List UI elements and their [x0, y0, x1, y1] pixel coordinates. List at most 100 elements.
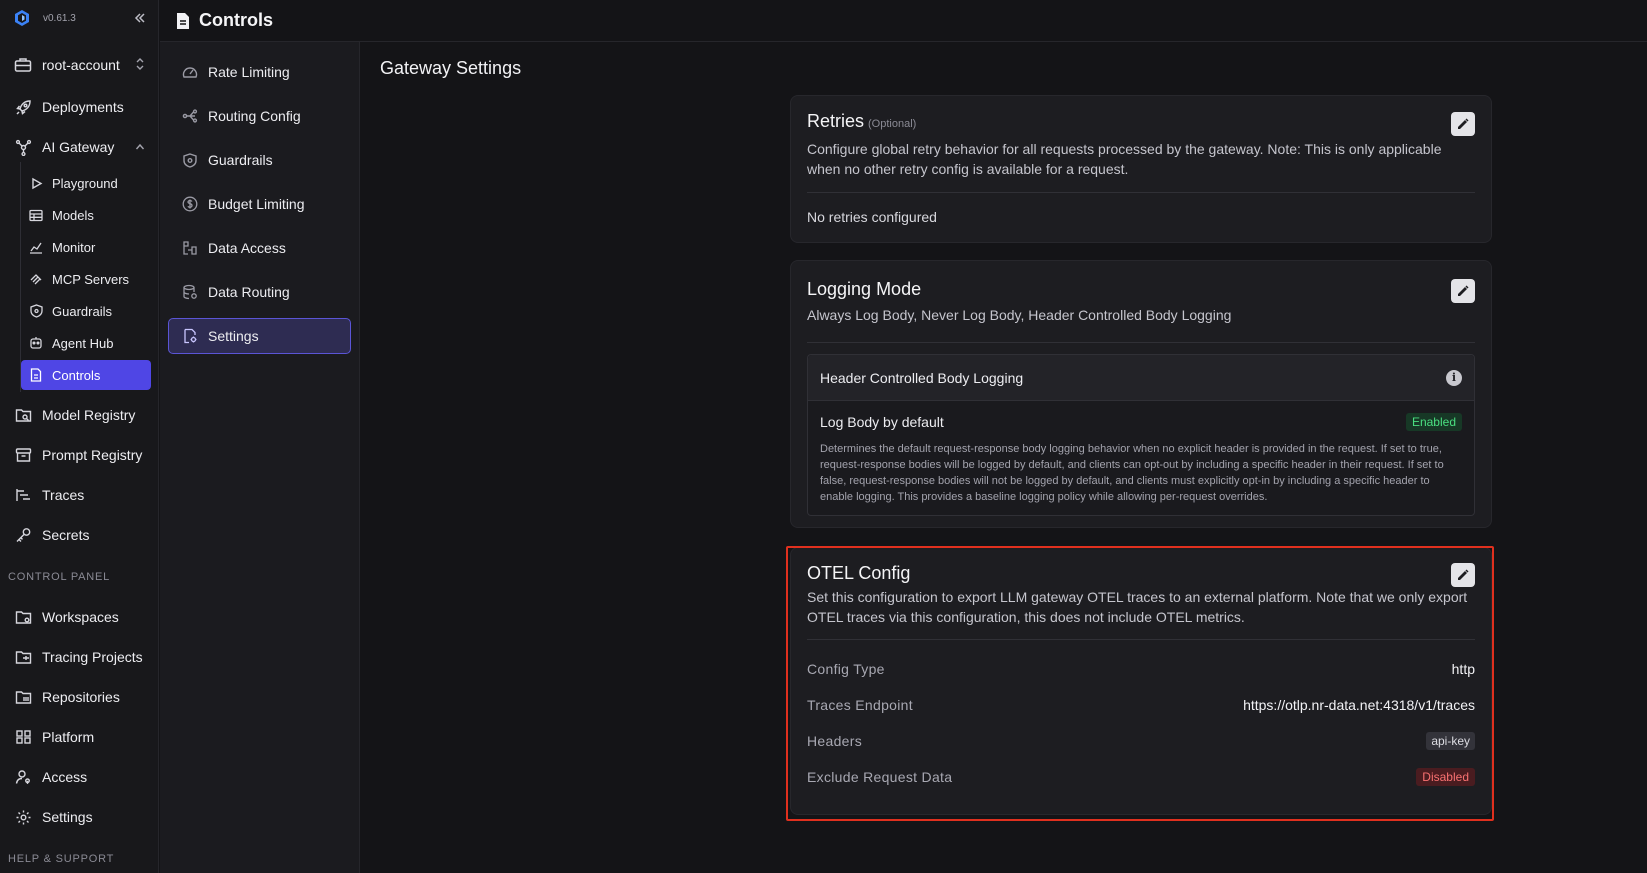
- sidebar-item-access[interactable]: Access: [8, 762, 151, 792]
- logging-mode-panel: Header Controlled Body Logging i Log Bod…: [807, 354, 1475, 516]
- otel-row-value: http: [1451, 661, 1475, 677]
- header-chip: api-key: [1426, 732, 1475, 750]
- info-icon[interactable]: i: [1446, 369, 1462, 386]
- sidebar-item-label: Platform: [42, 729, 95, 745]
- retries-description: Configure global retry behavior for all …: [807, 141, 1442, 177]
- otel-row-exclude-request-data: Exclude Request Data Disabled: [807, 767, 1475, 787]
- page-header-title: Controls: [199, 10, 273, 30]
- optional-tag: (Optional): [868, 118, 917, 130]
- otel-row-value: https://otlp.nr-data.net:4318/v1/traces: [1243, 697, 1475, 713]
- shield-icon: [29, 304, 43, 318]
- sidebar-item-tracing-projects[interactable]: Tracing Projects: [8, 642, 151, 672]
- otel-row-key: Headers: [807, 733, 863, 749]
- sidebar-subitem-playground[interactable]: Playground: [21, 168, 151, 198]
- document-icon: [29, 368, 43, 382]
- sidebar-item-settings[interactable]: Settings: [8, 802, 151, 832]
- sidebar-item-traces[interactable]: Traces: [8, 480, 151, 510]
- pencil-icon: [1458, 285, 1469, 296]
- sidebar-item-label: Model Registry: [42, 407, 136, 423]
- traces-icon: [14, 486, 32, 504]
- main-content: Gateway Settings Retries (Optional) Confi…: [361, 42, 1647, 873]
- logging-mode-description: Always Log Body, Never Log Body, Header …: [807, 307, 1232, 323]
- otel-config-title: OTEL Config: [807, 563, 911, 583]
- subnav-item-label: Budget Limiting: [208, 196, 305, 212]
- edit-otel-config-button[interactable]: [1451, 563, 1475, 587]
- logging-mode-value: Header Controlled Body Logging: [820, 369, 1024, 386]
- subnav-item-data-access[interactable]: Data Access: [168, 230, 351, 266]
- otel-row-config-type: Config Type http: [807, 659, 1475, 679]
- logging-mode-title: Logging Mode: [807, 279, 922, 299]
- subnav-item-settings[interactable]: Settings: [168, 318, 351, 354]
- page-title: Gateway Settings: [380, 58, 522, 78]
- tracing-projects-icon: [14, 648, 32, 666]
- sidebar-item-ai-gateway[interactable]: AI Gateway: [8, 132, 151, 162]
- routing-icon: [181, 107, 199, 125]
- logo-row: v0.61.3: [13, 8, 148, 28]
- account-switcher[interactable]: root-account: [8, 50, 151, 80]
- otel-row-traces-endpoint: Traces Endpoint https://otlp.nr-data.net…: [807, 695, 1475, 715]
- help-support-heading: HELP & SUPPORT: [8, 853, 115, 865]
- sidebar-subitem-label: Agent Hub: [52, 335, 114, 351]
- subnav-item-label: Routing Config: [208, 108, 301, 124]
- sidebar-item-secrets[interactable]: Secrets: [8, 520, 151, 550]
- sidebar-subitem-guardrails[interactable]: Guardrails: [21, 296, 151, 326]
- subnav-item-budget-limiting[interactable]: Budget Limiting: [168, 186, 351, 222]
- sidebar-item-deployments[interactable]: Deployments: [8, 92, 151, 122]
- sidebar-item-repositories[interactable]: Repositories: [8, 682, 151, 712]
- sidebar-subitem-label: Controls: [52, 367, 101, 383]
- repositories-icon: [14, 688, 32, 706]
- prompt-registry-icon: [14, 446, 32, 464]
- bot-icon: [29, 336, 43, 350]
- retries-title-text: Retries: [807, 111, 865, 131]
- edit-retries-button[interactable]: [1451, 112, 1475, 136]
- sidebar-subitem-label: Playground: [52, 175, 118, 191]
- sidebar-subitem-controls[interactable]: Controls: [21, 360, 151, 390]
- sidebar-subitem-monitor[interactable]: Monitor: [21, 232, 151, 262]
- otel-row-key: Traces Endpoint: [807, 697, 913, 713]
- subnav-item-rate-limiting[interactable]: Rate Limiting: [168, 54, 351, 90]
- pencil-icon: [1458, 118, 1469, 129]
- otel-config-card: OTEL Config Set this configuration to ex…: [790, 547, 1492, 815]
- collapse-sidebar-icon[interactable]: [132, 8, 148, 28]
- chevron-up-icon[interactable]: [135, 142, 145, 152]
- gateway-icon: [14, 138, 32, 156]
- key-icon: [14, 526, 32, 544]
- otel-row-headers: Headers api-key: [807, 731, 1475, 751]
- app-version: v0.61.3: [43, 12, 76, 24]
- retries-empty-state: No retries configured: [807, 209, 937, 225]
- subnav-item-data-routing[interactable]: Data Routing: [168, 274, 351, 310]
- sidebar-item-prompt-registry[interactable]: Prompt Registry: [8, 440, 151, 470]
- document-icon: [175, 12, 191, 30]
- subnav-item-routing-config[interactable]: Routing Config: [168, 98, 351, 134]
- data-access-icon: [181, 239, 199, 257]
- control-panel-heading: CONTROL PANEL: [8, 571, 111, 583]
- platform-icon: [14, 728, 32, 746]
- sidebar-subitem-mcp-servers[interactable]: MCP Servers: [21, 264, 151, 294]
- sidebar-subitem-label: Models: [52, 207, 94, 223]
- sidebar-item-model-registry[interactable]: Model Registry: [8, 400, 151, 430]
- brand-logo-icon[interactable]: [13, 9, 31, 27]
- log-body-label: Log Body by default: [820, 414, 944, 430]
- sidebar-item-platform[interactable]: Platform: [8, 722, 151, 752]
- pencil-icon: [1458, 569, 1469, 580]
- logging-mode-card: Logging Mode Always Log Body, Never Log …: [790, 260, 1492, 528]
- dollar-icon: [181, 195, 199, 213]
- user-key-icon: [14, 768, 32, 786]
- enabled-badge: Enabled: [1405, 413, 1462, 431]
- subnav-item-guardrails[interactable]: Guardrails: [168, 142, 351, 178]
- controls-subnav: Rate Limiting Routing Config Guardrails …: [160, 42, 360, 873]
- chart-icon: [29, 240, 43, 254]
- sidebar-subitem-models[interactable]: Models: [21, 200, 151, 230]
- sidebar-subitem-agent-hub[interactable]: Agent Hub: [21, 328, 151, 358]
- subnav-item-label: Rate Limiting: [208, 64, 290, 80]
- sidebar-subitem-label: MCP Servers: [52, 271, 130, 287]
- play-icon: [29, 176, 43, 190]
- settings-doc-icon: [181, 327, 199, 345]
- sidebar-item-label: Deployments: [42, 99, 124, 115]
- sidebar-item-workspaces[interactable]: Workspaces: [8, 602, 151, 632]
- edit-logging-mode-button[interactable]: [1451, 279, 1475, 303]
- logging-mode-panel-header: Header Controlled Body Logging i: [808, 355, 1474, 401]
- rocket-icon: [14, 98, 32, 116]
- sidebar-item-label: Tracing Projects: [42, 649, 143, 665]
- sidebar-item-label: Access: [42, 769, 88, 785]
